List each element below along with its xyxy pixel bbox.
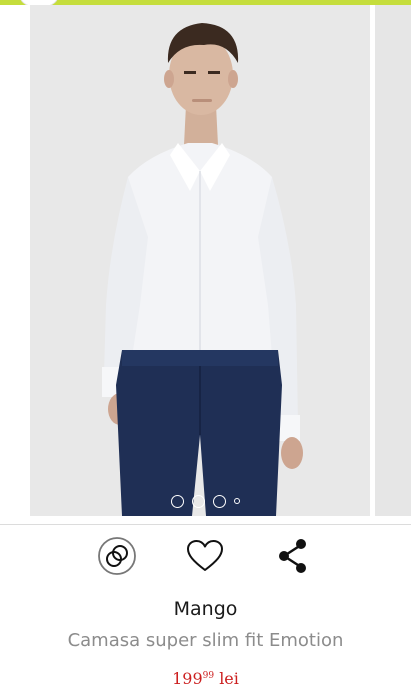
gallery-dot-2[interactable] [192, 494, 205, 508]
gallery-dot-3[interactable] [213, 494, 226, 508]
gallery-dot-4[interactable] [234, 498, 240, 504]
share-icon [279, 539, 306, 573]
product-title[interactable]: Camasa super slim fit Emotion [0, 630, 411, 651]
price-decimals: 99 [202, 671, 215, 681]
share-button[interactable] [267, 530, 319, 582]
price-integer: 199 [172, 669, 203, 688]
product-image-next-peek[interactable] [375, 5, 411, 516]
product-actions [0, 530, 411, 586]
gallery-dot-1[interactable] [171, 494, 184, 508]
product-image-gallery[interactable] [0, 5, 411, 518]
gallery-pagination [0, 494, 411, 508]
price-currency: lei [219, 669, 239, 688]
model-photo [30, 5, 370, 516]
compare-rings-icon [98, 537, 136, 575]
product-brand[interactable]: Mango [0, 598, 411, 620]
heart-icon [187, 540, 223, 571]
product-image-main[interactable] [30, 5, 370, 516]
favorite-button[interactable] [179, 530, 231, 582]
product-price: 19999 lei [0, 669, 411, 688]
divider [0, 524, 411, 525]
compare-button[interactable] [91, 530, 143, 582]
